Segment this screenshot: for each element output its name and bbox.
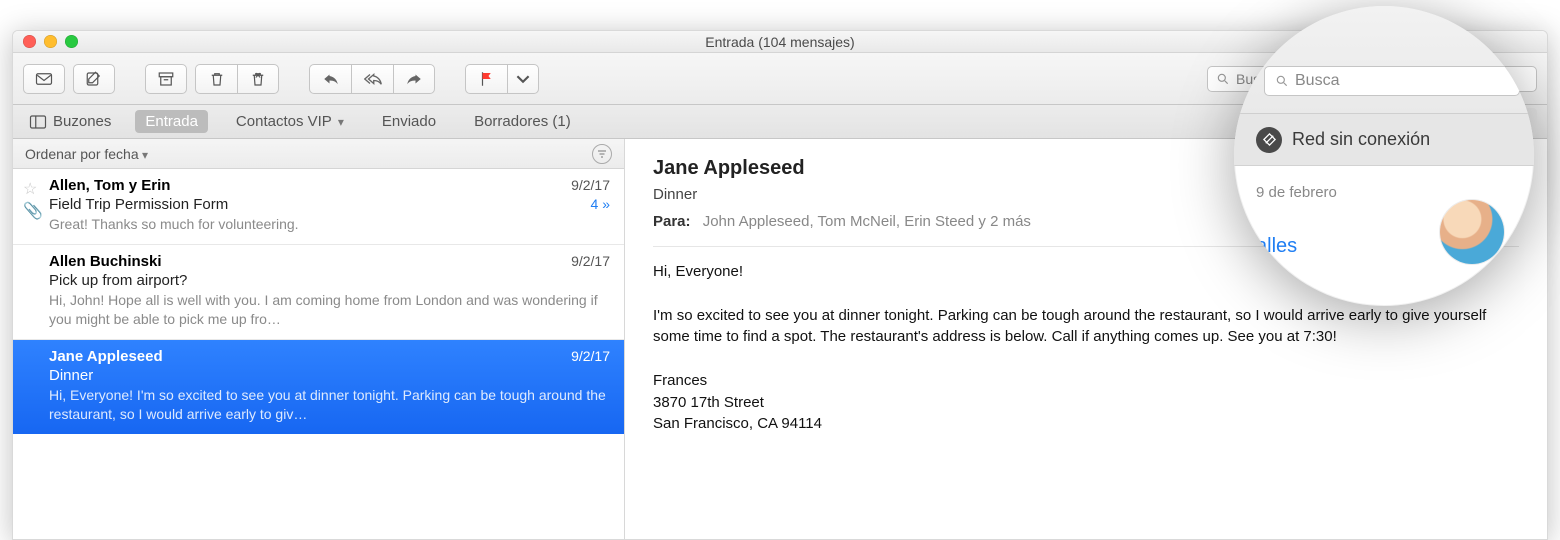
flag-group: [465, 64, 539, 94]
junk-button[interactable]: [237, 64, 279, 94]
window-controls: [23, 35, 78, 48]
trash-icon: [208, 70, 226, 88]
forward-button[interactable]: [393, 64, 435, 94]
reply-button[interactable]: [309, 64, 351, 94]
archive-icon: [157, 70, 175, 88]
sort-header[interactable]: Ordenar por fecha: [13, 139, 624, 169]
filter-button[interactable]: [592, 144, 612, 164]
star-icon[interactable]: ☆: [23, 179, 37, 199]
filter-icon: [596, 148, 608, 160]
message-snippet: Great! Thanks so much for volunteering.: [49, 215, 610, 234]
reply-all-icon: [364, 70, 382, 88]
window-zoom-button[interactable]: [65, 35, 78, 48]
message-row[interactable]: ☆📎 Allen, Tom y Erin 9/2/17 Field Trip Perm…: [13, 169, 624, 245]
mailboxes-button[interactable]: Buzones: [23, 110, 117, 134]
mailboxes-label: Buzones: [53, 113, 111, 130]
message-snippet: Hi, John! Hope all is well with you. I a…: [49, 291, 610, 329]
drafts-label: Borradores (1): [474, 113, 571, 130]
magnifier-details-link[interactable]: alles: [1256, 235, 1297, 258]
compose-button[interactable]: [73, 64, 115, 94]
sent-label: Enviado: [382, 113, 436, 130]
magnifier-search-placeholder: Busca: [1295, 72, 1339, 90]
attachment-icon: 📎: [23, 201, 43, 221]
message-row[interactable]: Jane Appleseed 9/2/17 Dinner Hi, Everyone! …: [13, 340, 624, 435]
reply-all-button[interactable]: [351, 64, 393, 94]
message-date: 9/2/17: [571, 177, 610, 194]
flag-menu-button[interactable]: [507, 64, 539, 94]
message-from: Allen Buchinski: [49, 253, 162, 270]
archive-button[interactable]: [145, 64, 187, 94]
message-snippet: Hi, Everyone! I'm so excited to see you …: [49, 386, 610, 424]
magnifier-avatar[interactable]: [1440, 200, 1504, 264]
search-icon: [1275, 74, 1289, 88]
vip-tab[interactable]: Contactos VIP: [226, 110, 354, 133]
sent-tab[interactable]: Enviado: [372, 110, 446, 133]
inbox-label: Entrada: [145, 113, 198, 130]
flag-button[interactable]: [465, 64, 507, 94]
delete-button[interactable]: [195, 64, 237, 94]
offline-icon: [1256, 127, 1282, 153]
reader-to-people: John Appleseed, Tom McNeil, Erin Steed y…: [703, 213, 1031, 230]
window-minimize-button[interactable]: [44, 35, 57, 48]
delete-group: [195, 64, 279, 94]
get-mail-button[interactable]: [23, 64, 65, 94]
message-date: 9/2/17: [571, 348, 610, 365]
chevron-down-icon: [516, 72, 530, 86]
magnifier-overlay: Busca Red sin conexión 9 de febrero alle…: [1234, 6, 1534, 306]
message-row[interactable]: Allen Buchinski 9/2/17 Pick up from airpor…: [13, 245, 624, 340]
search-icon: [1216, 72, 1230, 86]
forward-icon: [405, 70, 423, 88]
message-subject: Field Trip Permission Form: [49, 196, 228, 213]
message-date: 9/2/17: [571, 253, 610, 270]
message-list-pane: Ordenar por fecha ☆📎 Allen, Tom y Erin 9/2…: [13, 139, 625, 539]
junk-icon: [249, 70, 267, 88]
message-from: Allen, Tom y Erin: [49, 177, 170, 194]
magnifier-offline-label: Red sin conexión: [1292, 129, 1430, 150]
envelope-icon: [35, 70, 53, 88]
magnifier-search-field[interactable]: Busca: [1264, 66, 1520, 96]
magnifier-toolbar: Busca: [1234, 6, 1534, 114]
drafts-tab[interactable]: Borradores (1): [464, 110, 581, 133]
magnifier-body: 9 de febrero alles: [1234, 166, 1534, 306]
message-subject: Dinner: [49, 367, 93, 384]
sort-label: Ordenar por fecha: [25, 146, 148, 162]
inbox-tab[interactable]: Entrada: [135, 110, 208, 133]
reply-icon: [322, 70, 340, 88]
message-list[interactable]: ☆📎 Allen, Tom y Erin 9/2/17 Field Trip Perm…: [13, 169, 624, 539]
vip-label: Contactos VIP: [236, 113, 332, 130]
thread-count[interactable]: 4 »: [591, 196, 610, 212]
reader-to-label: Para:: [653, 213, 691, 230]
window-close-button[interactable]: [23, 35, 36, 48]
reader-from: Jane Appleseed: [653, 157, 805, 180]
message-subject: Pick up from airport?: [49, 272, 187, 289]
flag-icon: [478, 70, 496, 88]
compose-icon: [85, 70, 103, 88]
magnifier-date: 9 de febrero: [1256, 184, 1512, 201]
sidebar-icon: [29, 113, 47, 131]
reply-group: [309, 64, 435, 94]
message-from: Jane Appleseed: [49, 348, 163, 365]
magnifier-offline-indicator[interactable]: Red sin conexión: [1234, 114, 1534, 166]
